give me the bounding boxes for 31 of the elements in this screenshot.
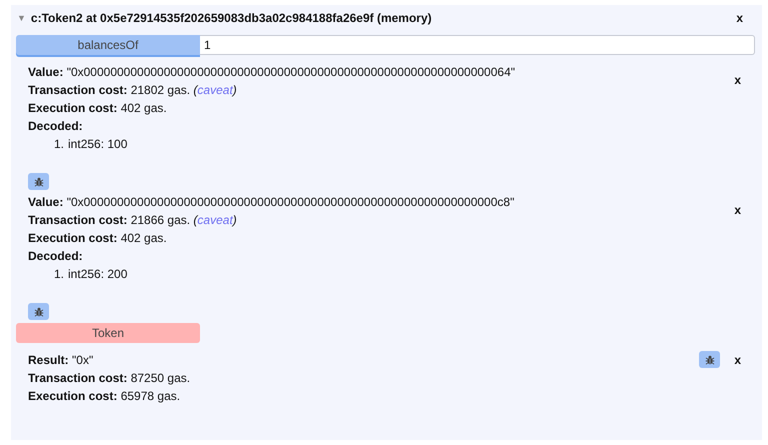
contract-title: c:Token2 at 0x5e72914535f202659083db3a02c984188fa26e9f (memory)	[30, 11, 433, 25]
decoded-value: int256: 100	[68, 136, 128, 153]
close-button[interactable]: x	[732, 203, 743, 217]
result-line: Decoded:	[28, 118, 84, 135]
caveat-link[interactable]: caveat	[197, 83, 233, 97]
close-button[interactable]: x	[732, 73, 743, 87]
close-button[interactable]: x	[734, 11, 745, 25]
function-button[interactable]: balancesOf	[16, 35, 200, 55]
result-line: Transaction cost: 21802 gas. (caveat)	[28, 82, 238, 99]
bug-icon	[704, 354, 715, 364]
result-line: Transaction cost: 87250 gas.	[28, 370, 192, 387]
argument-field[interactable]: 1	[200, 35, 755, 55]
debug-button[interactable]	[28, 173, 49, 190]
result-line: Value: "0x0000000000000000000000000000000000000000000000000000000000000064"	[28, 64, 516, 81]
list-number: 1.	[54, 266, 64, 283]
decoded-value: int256: 200	[68, 266, 128, 283]
result-line: Result: "0x"	[28, 352, 94, 369]
result-line: Decoded:	[28, 248, 84, 265]
function-button[interactable]: Token	[16, 323, 200, 343]
bug-icon	[34, 176, 44, 186]
result-line: Transaction cost: 21866 gas. (caveat)	[28, 212, 238, 229]
result-line: Execution cost: 65978 gas.	[28, 388, 182, 405]
bug-icon	[34, 306, 44, 316]
caveat-link[interactable]: caveat	[197, 213, 233, 227]
result-line: Execution cost: 402 gas.	[28, 230, 168, 247]
list-number: 1.	[54, 136, 64, 153]
debug-button[interactable]	[28, 303, 49, 320]
close-button[interactable]: x	[732, 352, 743, 366]
debug-button[interactable]	[699, 351, 720, 368]
result-line: Value: "0x00000000000000000000000000000000000000000000000000000000000000c8"	[28, 194, 516, 211]
result-line: Execution cost: 402 gas.	[28, 100, 168, 117]
